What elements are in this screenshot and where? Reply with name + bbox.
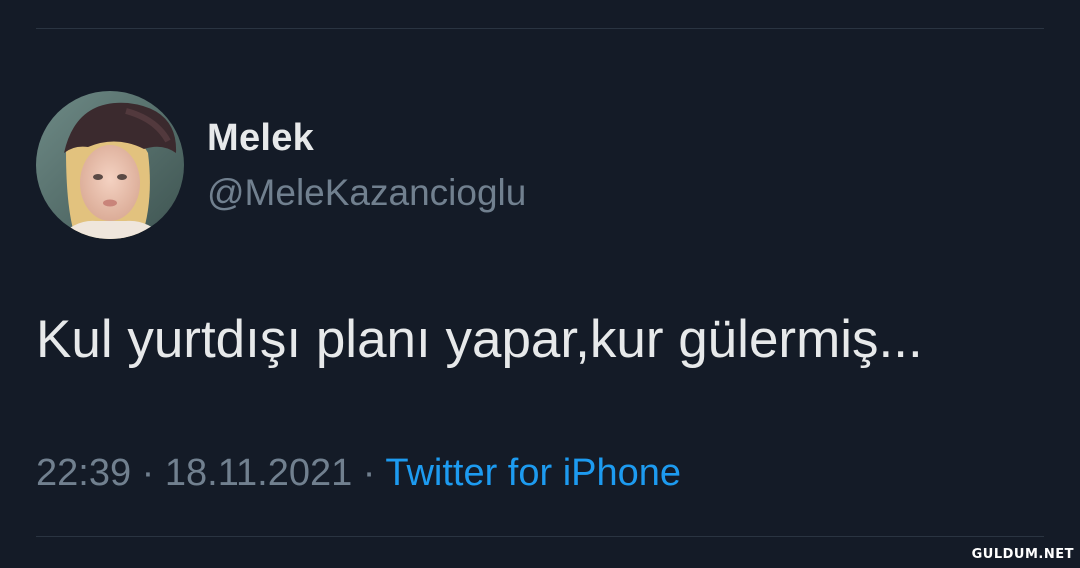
tweet-meta: 22:39 · 18.11.2021 · Twitter for iPhone	[36, 452, 681, 495]
meta-separator: ·	[131, 452, 165, 494]
bottom-divider	[36, 536, 1044, 537]
site-watermark: GULDUM.NET	[971, 547, 1074, 562]
profile-photo-icon	[36, 91, 184, 239]
tweet-text: Kul yurtdışı planı yapar,kur gülermiş...	[36, 310, 923, 369]
meta-separator: ·	[352, 452, 386, 494]
display-name[interactable]: Melek	[207, 117, 314, 160]
tweet-time[interactable]: 22:39	[36, 452, 131, 494]
avatar[interactable]	[36, 91, 184, 239]
tweet-date[interactable]: 18.11.2021	[165, 452, 352, 494]
tweet-source-link[interactable]: Twitter for iPhone	[385, 452, 681, 494]
user-handle[interactable]: @MeleKazancioglu	[207, 172, 526, 214]
top-divider	[36, 28, 1044, 29]
